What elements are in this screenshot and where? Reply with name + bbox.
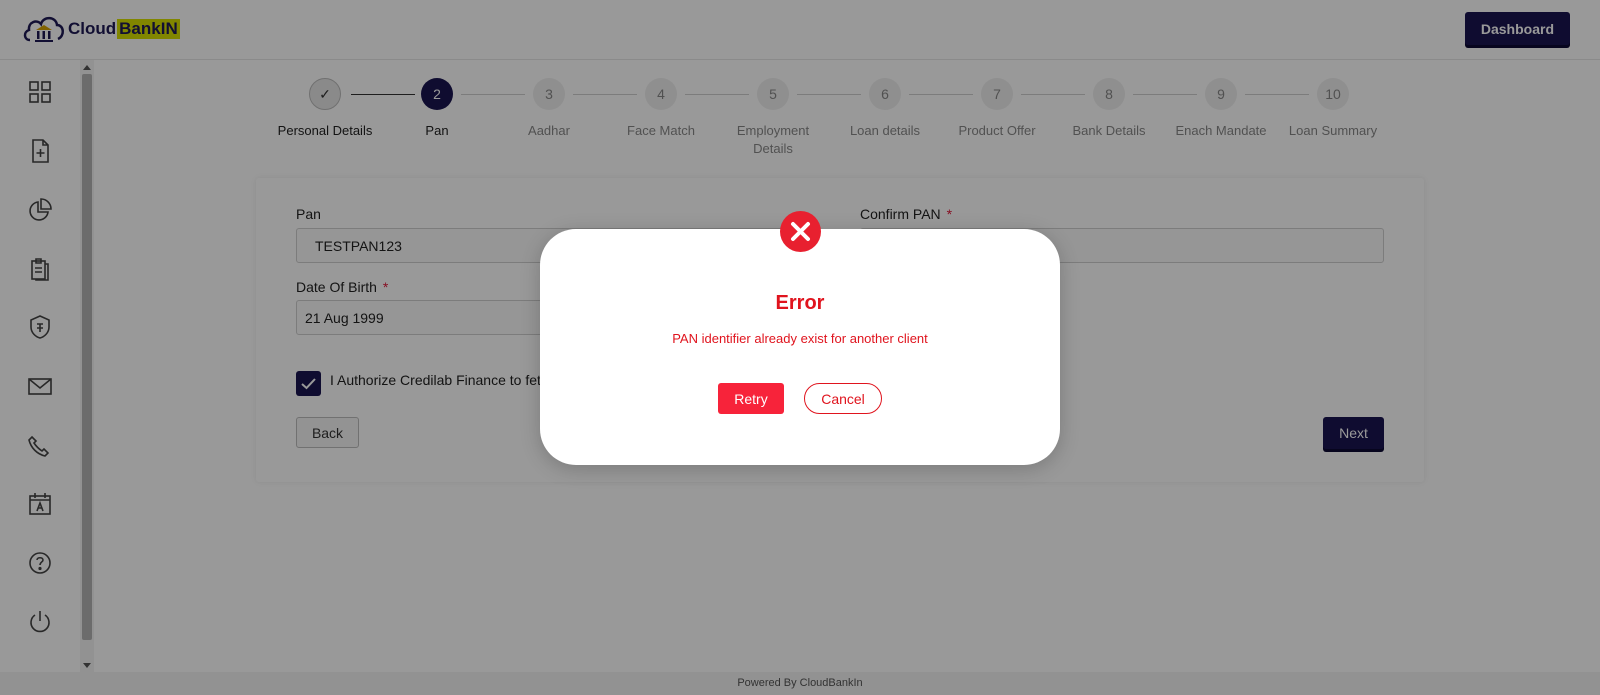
error-message: PAN identifier already exist for another… <box>672 331 928 346</box>
error-dialog: Error PAN identifier already exist for a… <box>540 211 1060 465</box>
error-x-icon <box>780 211 821 252</box>
error-title: Error <box>775 292 825 314</box>
cancel-button[interactable]: Cancel <box>804 383 882 414</box>
retry-button[interactable]: Retry <box>718 383 784 414</box>
